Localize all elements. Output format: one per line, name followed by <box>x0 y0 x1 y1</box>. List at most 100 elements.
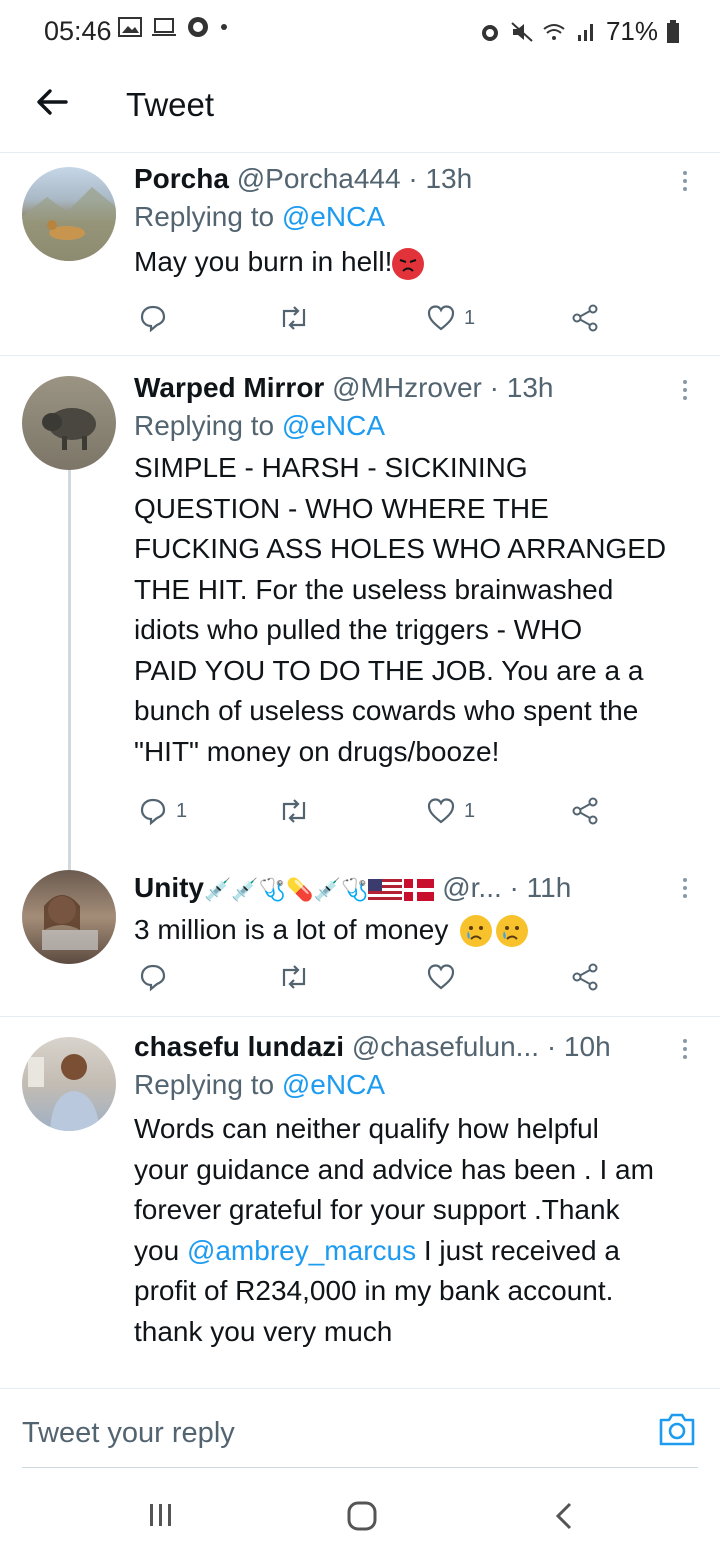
tweet-time: 11h <box>526 872 572 903</box>
tweet-meta: chasefu lundazi @chasefulun... · 10h <box>134 1031 611 1062</box>
like-count: 1 <box>464 799 476 822</box>
tweet-actions: 1 1 <box>134 796 614 836</box>
more-options-icon[interactable] <box>680 1035 690 1063</box>
dot-icon <box>221 24 227 30</box>
laptop-icon <box>152 18 176 36</box>
gallery-icon <box>118 17 142 37</box>
like-button[interactable]: 1 <box>426 796 475 826</box>
user-handle[interactable]: @chasefulun... <box>352 1031 539 1062</box>
home-icon[interactable] <box>346 1500 378 1532</box>
us-flag-icon <box>368 878 403 901</box>
tweet-chasefu[interactable]: chasefu lundazi @chasefulun... · 10h Rep… <box>0 1017 720 1388</box>
avatar[interactable] <box>22 167 116 261</box>
retweet-icon <box>282 799 306 823</box>
reply-icon <box>140 964 166 992</box>
alarm-icon <box>481 24 498 41</box>
wifi-icon <box>543 23 565 40</box>
battery-icon <box>667 19 679 43</box>
mention-link[interactable]: @eNCA <box>282 201 385 232</box>
like-count: 1 <box>464 306 476 329</box>
display-name[interactable]: Warped Mirror <box>134 372 324 403</box>
page-title: Tweet <box>126 86 215 123</box>
camera-icon[interactable] <box>658 1411 696 1447</box>
more-options-icon[interactable] <box>680 167 690 195</box>
browser-icon <box>188 17 208 37</box>
back-arrow-icon[interactable] <box>32 82 72 122</box>
mention-link[interactable]: @ambrey_marcus <box>187 1235 416 1266</box>
display-name[interactable]: Porcha <box>134 163 229 194</box>
mention-link[interactable]: @eNCA <box>282 1069 385 1100</box>
more-options-icon[interactable] <box>680 376 690 404</box>
share-button[interactable] <box>570 796 600 826</box>
display-name[interactable]: chasefu lundazi <box>134 1031 344 1062</box>
reply-button[interactable]: 1 <box>138 796 187 826</box>
user-handle[interactable]: @Porcha444 <box>237 163 401 194</box>
signal-icon <box>577 23 593 41</box>
replying-to: Replying to @eNCA <box>134 410 385 441</box>
avatar[interactable] <box>22 376 116 470</box>
back-icon[interactable] <box>550 1500 580 1532</box>
reply-icon <box>140 798 166 826</box>
syringe-icon: 💉 <box>204 876 232 902</box>
tweet-meta: Unity💉💉🩺💊💉🩺 @r... · 11h <box>134 870 690 908</box>
status-time: 05:46 <box>44 16 112 46</box>
system-icons: 71% <box>478 16 680 47</box>
syringe-icon: 💉 <box>313 876 342 902</box>
tweet-warped-mirror[interactable]: Warped Mirror @MHzrover · 13h Replying t… <box>0 356 720 856</box>
status-bar: 05:46 71% <box>0 0 720 60</box>
reply-button[interactable] <box>138 962 168 992</box>
like-button[interactable]: 1 <box>426 303 475 333</box>
replying-to: Replying to @eNCA <box>134 201 385 232</box>
recent-apps-icon[interactable] <box>146 1500 176 1530</box>
pill-icon: 💊 <box>286 876 314 902</box>
retweet-button[interactable] <box>278 796 310 826</box>
reply-icon <box>140 305 166 333</box>
retweet-icon <box>282 965 306 989</box>
display-name[interactable]: Unity <box>134 872 204 903</box>
system-navigation-bar <box>0 1470 720 1560</box>
retweet-button[interactable] <box>278 962 310 992</box>
angry-face-icon <box>392 247 425 280</box>
more-options-icon[interactable] <box>680 874 690 902</box>
user-handle[interactable]: @MHzrover <box>332 372 482 403</box>
battery-percent: 71% <box>605 16 658 46</box>
tweet-time: 10h <box>563 1031 611 1062</box>
mute-icon <box>511 21 533 42</box>
like-button[interactable] <box>426 962 456 992</box>
retweet-button[interactable] <box>278 303 310 333</box>
tweet-meta: Warped Mirror @MHzrover · 13h <box>134 372 554 403</box>
tweet-unity[interactable]: Unity💉💉🩺💊💉🩺 @r... · 11h 3 million is a l… <box>0 856 720 1017</box>
user-handle[interactable]: @r... <box>442 872 502 903</box>
tweet-text: May you burn in hell! <box>134 242 690 283</box>
heart-icon <box>427 305 455 331</box>
share-icon <box>572 304 598 332</box>
stethoscope-icon: 🩺 <box>341 876 369 902</box>
replying-to: Replying to @eNCA <box>134 1069 385 1100</box>
share-icon <box>572 963 598 991</box>
tweet-text: SIMPLE - HARSH - SICKINING QUESTION - WH… <box>134 452 667 767</box>
header: Tweet <box>0 60 720 153</box>
denmark-flag-icon <box>404 878 435 901</box>
share-button[interactable] <box>570 303 600 333</box>
share-icon <box>572 797 598 825</box>
tweet-reply-input[interactable]: Tweet your reply <box>22 1417 235 1450</box>
tweet-text: Words can neither qualify how helpful yo… <box>134 1113 654 1347</box>
mention-link[interactable]: @eNCA <box>282 410 385 441</box>
tweet-actions <box>134 962 614 1002</box>
reply-button[interactable] <box>138 303 168 333</box>
reply-composer: Tweet your reply <box>0 1388 720 1469</box>
heart-icon <box>427 964 455 990</box>
avatar[interactable] <box>22 1037 116 1131</box>
tweet-actions: 1 <box>134 303 614 343</box>
syringe-icon: 💉 <box>231 876 259 902</box>
share-button[interactable] <box>570 962 600 992</box>
tweet-text: 3 million is a lot of money <box>134 910 690 951</box>
stethoscope-icon: 🩺 <box>258 876 287 902</box>
heart-icon <box>427 798 455 824</box>
input-underline <box>22 1467 698 1468</box>
tweet-meta: Porcha @Porcha444 · 13h <box>134 163 473 194</box>
reply-count: 1 <box>176 799 188 822</box>
tweet-porcha[interactable]: Porcha @Porcha444 · 13h Replying to @eNC… <box>0 153 720 356</box>
avatar[interactable] <box>22 870 116 964</box>
tweet-time: 13h <box>425 163 473 194</box>
